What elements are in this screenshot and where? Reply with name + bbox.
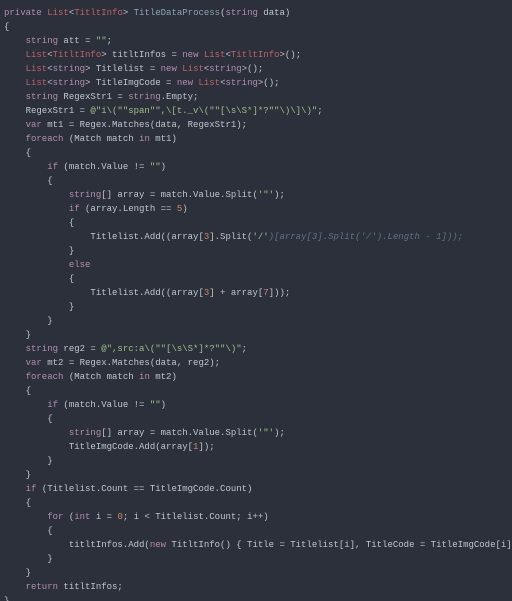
- code-line: return titltInfos;: [4, 582, 123, 592]
- code-line: }: [4, 456, 53, 466]
- code-line: }: [4, 596, 9, 601]
- code-line: {: [4, 414, 53, 424]
- code-line: }: [4, 554, 53, 564]
- code-line: List<TitltInfo> titltInfos = new List<Ti…: [4, 50, 301, 60]
- code-line: titltInfos.Add(new TitltInfo() { Title =…: [4, 540, 512, 550]
- code-line: if (array.Length == 5): [4, 204, 188, 214]
- code-line: {: [4, 526, 53, 536]
- code-line: {: [4, 498, 31, 508]
- code-line: List<string> Titlelist = new List<string…: [4, 64, 263, 74]
- code-line: string att = "";: [4, 36, 112, 46]
- code-line: foreach (Match match in mt2): [4, 372, 177, 382]
- code-line: string[] array = match.Value.Split('"');: [4, 190, 285, 200]
- code-line: string reg2 = @",src:a\(""[\s\S*]*?""\)"…: [4, 344, 247, 354]
- code-line: Titlelist.Add((array[3].Split('/')[array…: [4, 232, 463, 242]
- code-line: if (match.Value != ""): [4, 400, 166, 410]
- code-line: {: [4, 176, 53, 186]
- code-line: for (int i = 0; i < Titlelist.Count; i++…: [4, 512, 269, 522]
- code-line: TitleImgCode.Add(array[1]);: [4, 442, 215, 452]
- code-line: {: [4, 274, 74, 284]
- code-line: var mt2 = Regex.Matches(data, reg2);: [4, 358, 220, 368]
- code-line: private List<TitltInfo> TitleDataProcess…: [4, 8, 290, 18]
- code-editor[interactable]: private List<TitltInfo> TitleDataProcess…: [0, 0, 512, 601]
- code-line: }: [4, 330, 31, 340]
- code-line: string[] array = match.Value.Split('"');: [4, 428, 285, 438]
- code-line: }: [4, 316, 53, 326]
- code-line: else: [4, 260, 90, 270]
- code-line: var mt1 = Regex.Matches(data, RegexStr1)…: [4, 120, 247, 130]
- code-line: }: [4, 568, 31, 578]
- code-line: {: [4, 22, 9, 32]
- code-line: }: [4, 246, 74, 256]
- code-line: {: [4, 148, 31, 158]
- code-line: RegexStr1 = @"i\(""span"",\[t._v\(""[\s\…: [4, 106, 323, 116]
- code-line: }: [4, 470, 31, 480]
- code-line: foreach (Match match in mt1): [4, 134, 177, 144]
- code-line: if (Titlelist.Count == TitleImgCode.Coun…: [4, 484, 252, 494]
- code-line: Titlelist.Add((array[3] + array[7]));: [4, 288, 290, 298]
- code-line: List<string> TitleImgCode = new List<str…: [4, 78, 280, 88]
- code-line: }: [4, 302, 74, 312]
- code-line: string RegexStr1 = string.Empty;: [4, 92, 198, 102]
- code-line: {: [4, 386, 31, 396]
- code-line: if (match.Value != ""): [4, 162, 166, 172]
- code-line: {: [4, 218, 74, 228]
